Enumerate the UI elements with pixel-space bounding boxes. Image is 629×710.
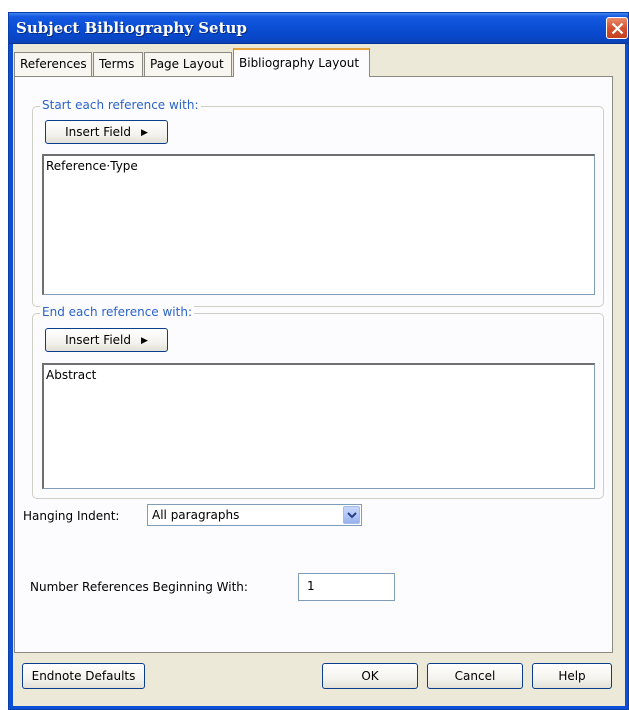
window-title: Subject Bibliography Setup	[16, 19, 247, 37]
tab-page-layout[interactable]: Page Layout	[144, 52, 232, 76]
dropdown-button[interactable]	[343, 506, 360, 524]
number-references-label: Number References Beginning With:	[30, 580, 248, 594]
title-bar[interactable]: Subject Bibliography Setup	[9, 13, 628, 44]
window-border-bottom	[9, 706, 628, 709]
cancel-button[interactable]: Cancel	[427, 663, 523, 689]
start-insert-field-button[interactable]: Insert Field ▶	[45, 120, 168, 144]
end-reference-group: End each reference with: Insert Field ▶ A…	[32, 305, 604, 499]
hanging-indent-label: Hanging Indent:	[23, 509, 120, 523]
end-reference-textarea[interactable]: Abstract	[42, 363, 595, 489]
start-reference-text: Reference·Type	[46, 159, 138, 173]
tab-terms[interactable]: Terms	[93, 52, 143, 76]
chevron-down-icon	[347, 512, 357, 519]
hanging-indent-select[interactable]: All paragraphs	[147, 504, 362, 526]
end-insert-field-label: Insert Field	[65, 333, 131, 347]
tab-panel-bibliography-layout: Start each reference with: Insert Field ▶…	[14, 76, 613, 653]
tab-bibliography-layout[interactable]: Bibliography Layout	[233, 48, 370, 77]
help-button[interactable]: Help	[532, 663, 612, 689]
window-border-right	[625, 44, 628, 709]
start-reference-legend: Start each reference with:	[40, 98, 201, 112]
tab-references[interactable]: References	[14, 52, 92, 76]
hanging-indent-value: All paragraphs	[152, 508, 240, 522]
number-references-input[interactable]: 1	[298, 573, 395, 601]
start-reference-group: Start each reference with: Insert Field ▶…	[32, 98, 604, 307]
number-references-value: 1	[307, 579, 315, 593]
arrow-right-icon: ▶	[141, 336, 148, 346]
endnote-defaults-button[interactable]: Endnote Defaults	[22, 663, 145, 689]
start-insert-field-label: Insert Field	[65, 125, 131, 139]
window-border-left	[9, 44, 13, 709]
ok-button[interactable]: OK	[322, 663, 418, 689]
end-insert-field-button[interactable]: Insert Field ▶	[45, 328, 168, 352]
end-reference-text: Abstract	[46, 368, 97, 382]
start-reference-textarea[interactable]: Reference·Type	[42, 154, 595, 295]
close-icon	[611, 22, 624, 35]
end-reference-legend: End each reference with:	[40, 305, 194, 319]
arrow-right-icon: ▶	[141, 128, 148, 138]
close-button[interactable]	[606, 17, 628, 39]
